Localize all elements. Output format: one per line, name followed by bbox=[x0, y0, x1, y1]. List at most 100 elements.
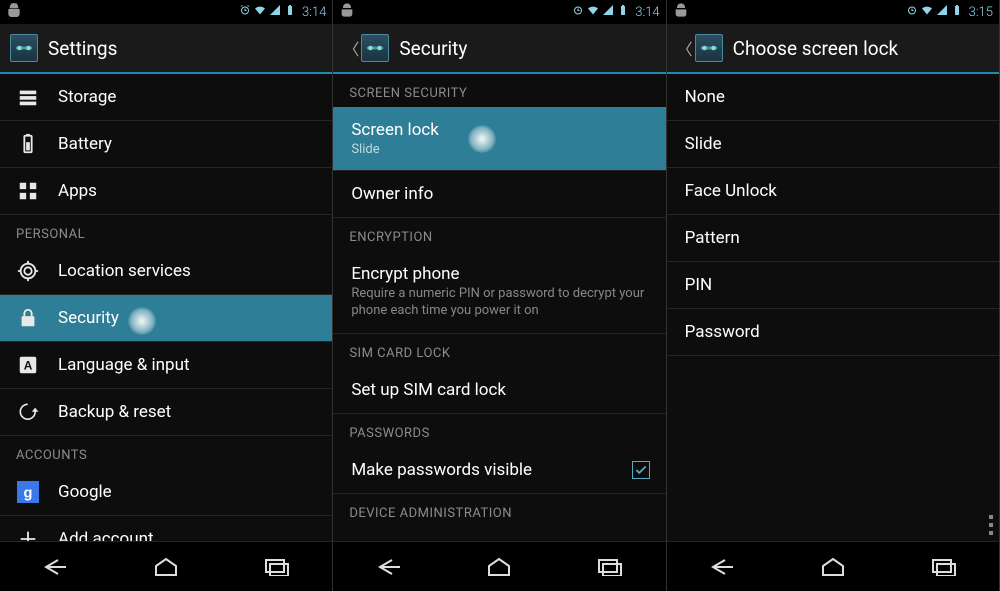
row-label: Face Unlock bbox=[685, 181, 777, 201]
row-label: Apps bbox=[58, 181, 97, 201]
nav-recent-button[interactable] bbox=[252, 552, 302, 582]
page-title: Settings bbox=[48, 37, 117, 60]
signal-icon bbox=[269, 4, 281, 20]
clock-time: 3:15 bbox=[969, 5, 993, 20]
option-none[interactable]: None bbox=[667, 74, 999, 121]
section-sim-lock: SIM CARD LOCK bbox=[333, 334, 665, 367]
option-slide[interactable]: Slide bbox=[667, 121, 999, 168]
plus-icon bbox=[16, 527, 40, 541]
row-language-input[interactable]: A Language & input bbox=[0, 342, 332, 389]
section-screen-security: SCREEN SECURITY bbox=[333, 74, 665, 107]
nav-recent-button[interactable] bbox=[919, 552, 969, 582]
section-device-admin: DEVICE ADMINISTRATION bbox=[333, 494, 665, 527]
apps-icon bbox=[16, 179, 40, 203]
option-pattern[interactable]: Pattern bbox=[667, 215, 999, 262]
row-label: Location services bbox=[58, 261, 191, 281]
settings-app-icon bbox=[695, 34, 723, 62]
section-personal: PERSONAL bbox=[0, 215, 332, 248]
row-label: Slide bbox=[685, 134, 722, 154]
nav-recent-button[interactable] bbox=[585, 552, 635, 582]
svg-text:g: g bbox=[24, 486, 33, 502]
google-icon: g bbox=[16, 480, 40, 504]
svg-text:A: A bbox=[24, 359, 33, 373]
row-label: Language & input bbox=[58, 355, 190, 375]
row-label: Backup & reset bbox=[58, 402, 171, 422]
settings-app-icon bbox=[10, 34, 38, 62]
language-icon: A bbox=[16, 353, 40, 377]
storage-icon bbox=[16, 85, 40, 109]
row-battery[interactable]: Battery bbox=[0, 121, 332, 168]
action-bar: Settings bbox=[0, 24, 332, 74]
option-password[interactable]: Password bbox=[667, 309, 999, 356]
back-caret-icon: 〈 bbox=[343, 36, 359, 60]
action-bar[interactable]: 〈 Choose screen lock bbox=[667, 24, 999, 74]
nav-back-button[interactable] bbox=[697, 552, 747, 582]
row-apps[interactable]: Apps bbox=[0, 168, 332, 215]
phone-security: 3:14 〈 Security SCREEN SECURITY Screen l… bbox=[333, 0, 666, 591]
battery-icon bbox=[16, 132, 40, 156]
row-label: Password bbox=[685, 322, 760, 342]
row-label: Add account bbox=[58, 529, 154, 541]
alarm-icon bbox=[572, 4, 584, 20]
nav-back-button[interactable] bbox=[30, 552, 80, 582]
touch-indicator bbox=[128, 307, 156, 335]
row-label: Security bbox=[58, 308, 119, 328]
phone-settings: 3:14 Settings Storage Battery Apps PERSO… bbox=[0, 0, 333, 591]
row-passwords-visible[interactable]: Make passwords visible bbox=[333, 447, 665, 494]
android-debug-icon bbox=[6, 2, 22, 22]
option-face-unlock[interactable]: Face Unlock bbox=[667, 168, 999, 215]
status-bar: 3:15 bbox=[667, 0, 999, 24]
row-add-account[interactable]: Add account bbox=[0, 516, 332, 541]
row-label: PIN bbox=[685, 275, 712, 295]
lock-icon bbox=[16, 306, 40, 330]
row-google-account[interactable]: g Google bbox=[0, 469, 332, 516]
settings-list[interactable]: Storage Battery Apps PERSONAL Location s… bbox=[0, 74, 332, 541]
settings-app-icon bbox=[361, 34, 389, 62]
action-bar[interactable]: 〈 Security bbox=[333, 24, 665, 74]
nav-back-button[interactable] bbox=[364, 552, 414, 582]
row-storage[interactable]: Storage bbox=[0, 74, 332, 121]
wifi-icon bbox=[254, 4, 266, 20]
wifi-icon bbox=[587, 4, 599, 20]
row-label: None bbox=[685, 87, 725, 107]
security-list[interactable]: SCREEN SECURITY Screen lock Slide Owner … bbox=[333, 74, 665, 541]
row-security[interactable]: Security bbox=[0, 295, 332, 342]
overflow-menu-button[interactable] bbox=[989, 515, 993, 535]
back-caret-icon: 〈 bbox=[677, 36, 693, 60]
row-label: Owner info bbox=[351, 184, 433, 204]
alarm-icon bbox=[906, 4, 918, 20]
clock-time: 3:14 bbox=[635, 5, 659, 20]
nav-home-button[interactable] bbox=[808, 552, 858, 582]
clock-time: 3:14 bbox=[302, 5, 326, 20]
row-description: Require a numeric PIN or password to dec… bbox=[351, 286, 649, 320]
location-icon bbox=[16, 259, 40, 283]
row-location-services[interactable]: Location services bbox=[0, 248, 332, 295]
section-encryption: ENCRYPTION bbox=[333, 218, 665, 251]
nav-bar bbox=[333, 541, 665, 591]
nav-home-button[interactable] bbox=[141, 552, 191, 582]
battery-status-icon bbox=[284, 4, 296, 20]
row-label: Pattern bbox=[685, 228, 740, 248]
nav-home-button[interactable] bbox=[474, 552, 524, 582]
row-backup-reset[interactable]: Backup & reset bbox=[0, 389, 332, 436]
row-label: Encrypt phone bbox=[351, 264, 649, 284]
battery-status-icon bbox=[951, 4, 963, 20]
row-sublabel: Slide bbox=[351, 142, 649, 157]
row-screen-lock[interactable]: Screen lock Slide bbox=[333, 107, 665, 171]
row-label: Set up SIM card lock bbox=[351, 380, 506, 400]
android-debug-icon bbox=[673, 2, 689, 22]
lock-options-list[interactable]: None Slide Face Unlock Pattern PIN Passw… bbox=[667, 74, 999, 541]
row-label: Google bbox=[58, 482, 112, 502]
android-debug-icon bbox=[339, 2, 355, 22]
checkbox-checked-icon[interactable] bbox=[632, 461, 650, 479]
row-sim-lock[interactable]: Set up SIM card lock bbox=[333, 367, 665, 414]
row-owner-info[interactable]: Owner info bbox=[333, 171, 665, 218]
status-bar: 3:14 bbox=[333, 0, 665, 24]
option-pin[interactable]: PIN bbox=[667, 262, 999, 309]
signal-icon bbox=[936, 4, 948, 20]
row-label: Screen lock bbox=[351, 120, 649, 140]
battery-status-icon bbox=[617, 4, 629, 20]
nav-bar bbox=[667, 541, 999, 591]
page-title: Security bbox=[399, 37, 467, 60]
row-encrypt-phone[interactable]: Encrypt phone Require a numeric PIN or p… bbox=[333, 251, 665, 334]
